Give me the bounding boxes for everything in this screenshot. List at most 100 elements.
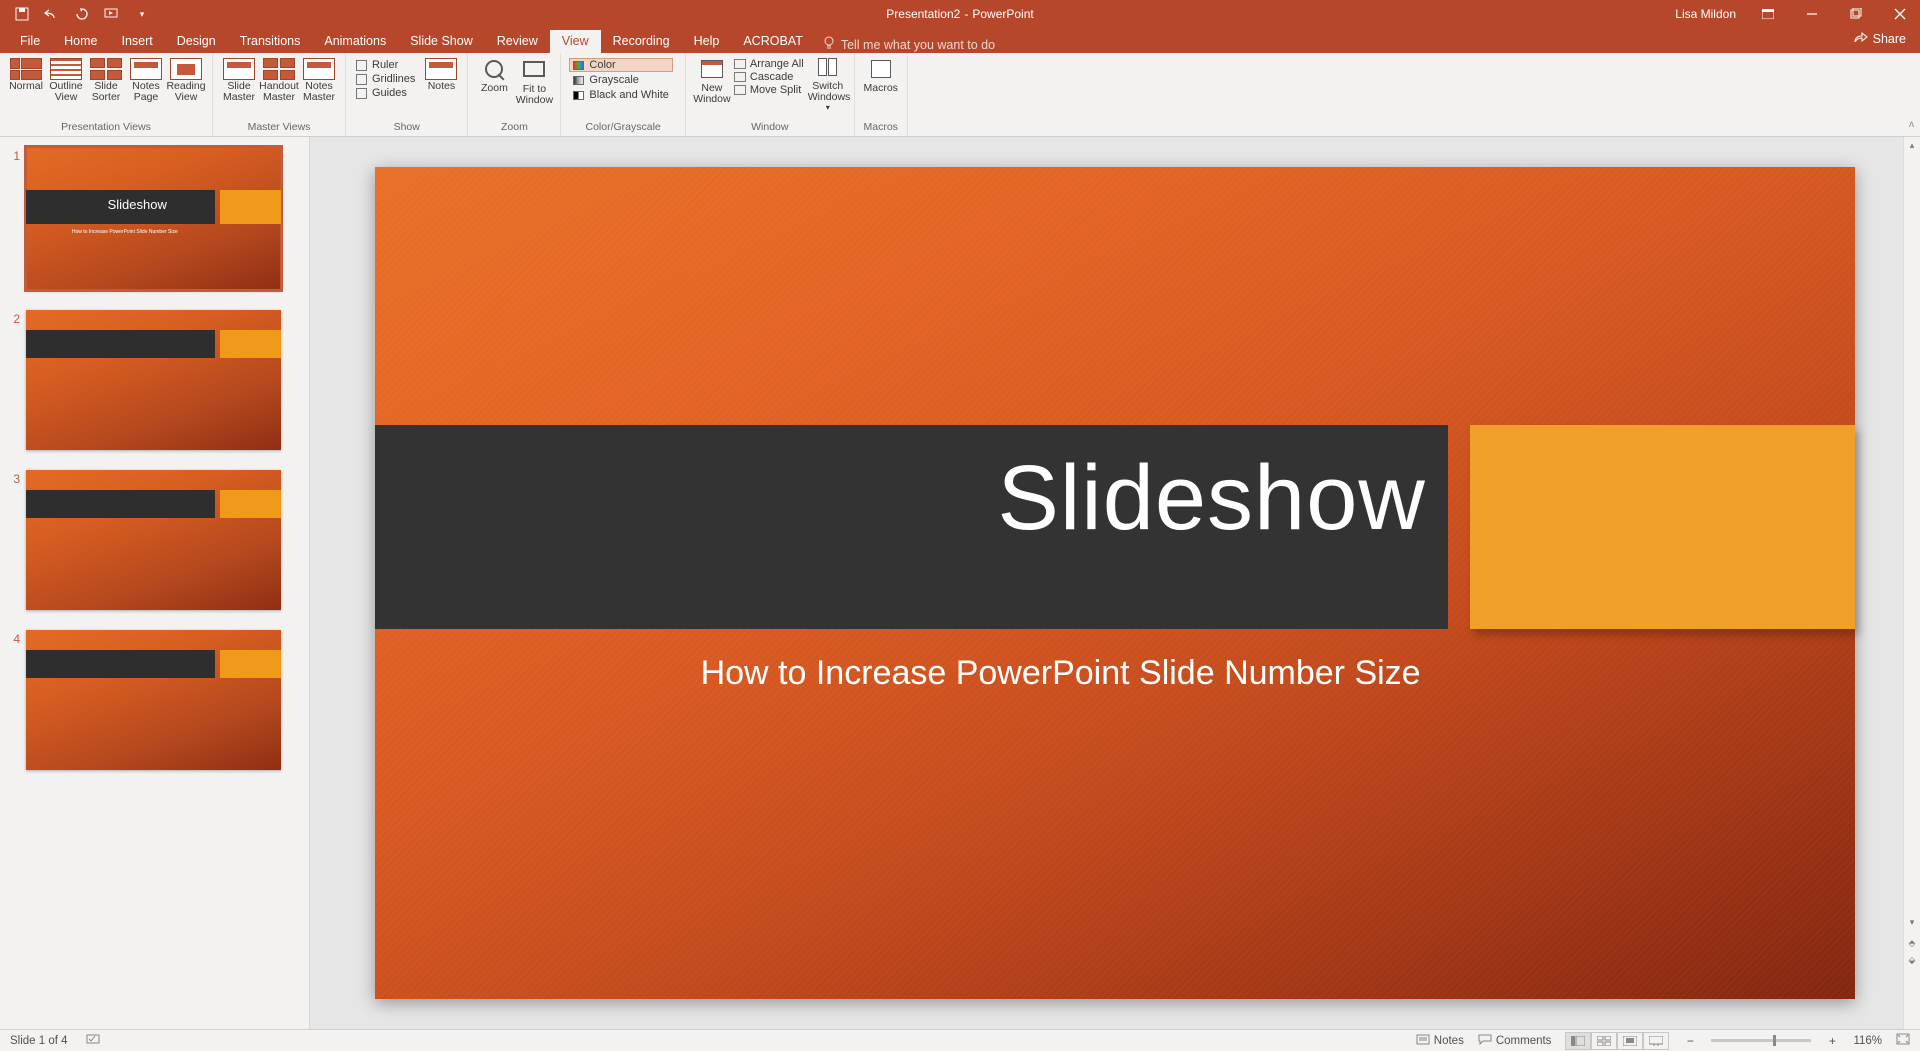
start-from-beginning-icon[interactable] [104,6,120,22]
cascade-button[interactable]: Cascade [734,71,804,83]
normal-button[interactable]: Normal [6,55,46,92]
tab-insert[interactable]: Insert [110,30,165,53]
reading-view-button[interactable]: Reading View [166,55,206,103]
share-label: Share [1873,32,1906,46]
arrange-all-button[interactable]: Arrange All [734,58,804,70]
tell-me-input[interactable] [841,38,1021,52]
group-label-color-grayscale: Color/Grayscale [567,121,678,136]
zoom-button[interactable]: Zoom [474,55,514,94]
spell-check-icon[interactable] [86,1033,102,1048]
view-buttons [1565,1032,1669,1050]
notes-toggle[interactable]: Notes [1416,1034,1464,1048]
tab-help[interactable]: Help [682,30,732,53]
ribbon-display-options-icon[interactable] [1756,2,1780,26]
workspace: 1 Slideshow How to Increase PowerPoint S… [0,137,1920,1029]
save-icon[interactable] [14,6,30,22]
cascade-label: Cascade [750,71,793,83]
group-label-macros: Macros [861,121,901,136]
tab-review[interactable]: Review [485,30,550,53]
qat-customize-icon[interactable]: ▾ [134,6,150,22]
black-and-white-button[interactable]: Black and White [569,88,672,102]
slide-thumbnail-1[interactable]: Slideshow How to Increase PowerPoint Sli… [26,147,281,290]
zoom-percent[interactable]: 116% [1853,1035,1882,1047]
notes-page-label: Notes Page [126,81,166,103]
maximize-icon[interactable] [1844,2,1868,26]
tab-file[interactable]: File [8,30,52,53]
scroll-up-icon[interactable]: ▴ [1904,137,1920,154]
thumbnail-number: 2 [8,310,26,326]
share-icon [1854,31,1868,46]
fit-to-window-button[interactable]: Fit to Window [514,55,554,106]
slide-subtitle[interactable]: How to Increase PowerPoint Slide Number … [701,654,1421,693]
comments-status-label: Comments [1496,1035,1552,1047]
notes-page-button[interactable]: Notes Page [126,55,166,103]
normal-view-icon[interactable] [1565,1032,1591,1050]
share-button[interactable]: Share [1854,31,1906,46]
tab-recording[interactable]: Recording [601,30,682,53]
ruler-checkbox[interactable]: Ruler [356,59,415,71]
gridlines-checkbox[interactable]: Gridlines [356,73,415,85]
slideshow-view-icon[interactable] [1643,1032,1669,1050]
slide-title[interactable]: Slideshow [997,446,1425,551]
slide-sorter-button[interactable]: Slide Sorter [86,55,126,103]
reading-view-icon[interactable] [1617,1032,1643,1050]
minimize-icon[interactable] [1800,2,1824,26]
tab-design[interactable]: Design [165,30,228,53]
slide-master-button[interactable]: Slide Master [219,55,259,103]
move-split-label: Move Split [750,84,801,96]
undo-icon[interactable] [44,6,60,22]
zoom-in-button[interactable]: + [1825,1034,1839,1048]
color-button[interactable]: Color [569,58,672,72]
tab-animations[interactable]: Animations [312,30,398,53]
tell-me[interactable] [823,36,1021,53]
slide-thumbnail-2[interactable] [26,310,281,450]
tab-slide-show[interactable]: Slide Show [398,30,485,53]
notes-master-button[interactable]: Notes Master [299,55,339,103]
slide-canvas[interactable]: Slideshow How to Increase PowerPoint Sli… [375,167,1855,999]
guides-checkbox[interactable]: Guides [356,87,415,99]
next-slide-icon[interactable]: ⬙ [1904,952,1920,969]
ribbon: Normal Outline View Slide Sorter Notes P… [0,53,1920,137]
zoom-out-button[interactable]: − [1683,1034,1697,1048]
switch-label: Switch Windows [808,81,848,103]
tab-home[interactable]: Home [52,30,109,53]
switch-windows-button[interactable]: Switch Windows▾ [808,55,848,112]
slide-thumbnails-panel[interactable]: 1 Slideshow How to Increase PowerPoint S… [0,137,310,1029]
group-window: New Window Arrange All Cascade Move Spli… [686,53,855,136]
previous-slide-icon[interactable]: ⬘ [1904,935,1920,952]
zoom-slider[interactable] [1711,1039,1811,1042]
slide-thumbnail-4[interactable] [26,630,281,770]
thumbnail-number: 3 [8,470,26,486]
slide-position[interactable]: Slide 1 of 4 [10,1035,68,1047]
user-name[interactable]: Lisa Mildon [1675,7,1736,21]
slide-thumbnail-3[interactable] [26,470,281,610]
vertical-scrollbar[interactable]: ▴ ▾ ⬘ ⬙ [1903,137,1920,1029]
slide-editor-area[interactable]: Slideshow How to Increase PowerPoint Sli… [310,137,1920,1029]
move-split-button[interactable]: Move Split [734,84,804,96]
handout-master-button[interactable]: Handout Master [259,55,299,103]
tab-view[interactable]: View [550,30,601,53]
thumbnail-row: 4 [8,630,299,770]
slide-sorter-view-icon[interactable] [1591,1032,1617,1050]
tab-acrobat[interactable]: ACROBAT [731,30,815,53]
notes-button[interactable]: Notes [421,55,461,92]
thumbnail-row: 3 [8,470,299,610]
handout-master-label: Handout Master [259,81,299,103]
grayscale-button[interactable]: Grayscale [569,73,672,87]
thumbnail-row: 2 [8,310,299,450]
comments-toggle[interactable]: Comments [1478,1034,1552,1048]
scroll-down-icon[interactable]: ▾ [1904,914,1920,931]
outline-view-button[interactable]: Outline View [46,55,86,103]
new-window-button[interactable]: New Window [692,55,732,105]
close-icon[interactable] [1888,2,1912,26]
notes-icon [1416,1034,1430,1048]
title-bar: ▾ Presentation2 - PowerPoint Lisa Mildon [0,0,1920,28]
tab-transitions[interactable]: Transitions [228,30,313,53]
redo-icon[interactable] [74,6,90,22]
document-title: Presentation2 [886,7,960,21]
collapse-ribbon-icon[interactable]: ʌ [1909,53,1920,136]
outline-label: Outline View [46,81,86,103]
new-window-label: New Window [692,83,732,105]
macros-button[interactable]: Macros [861,55,901,94]
fit-to-window-icon[interactable] [1896,1033,1910,1048]
